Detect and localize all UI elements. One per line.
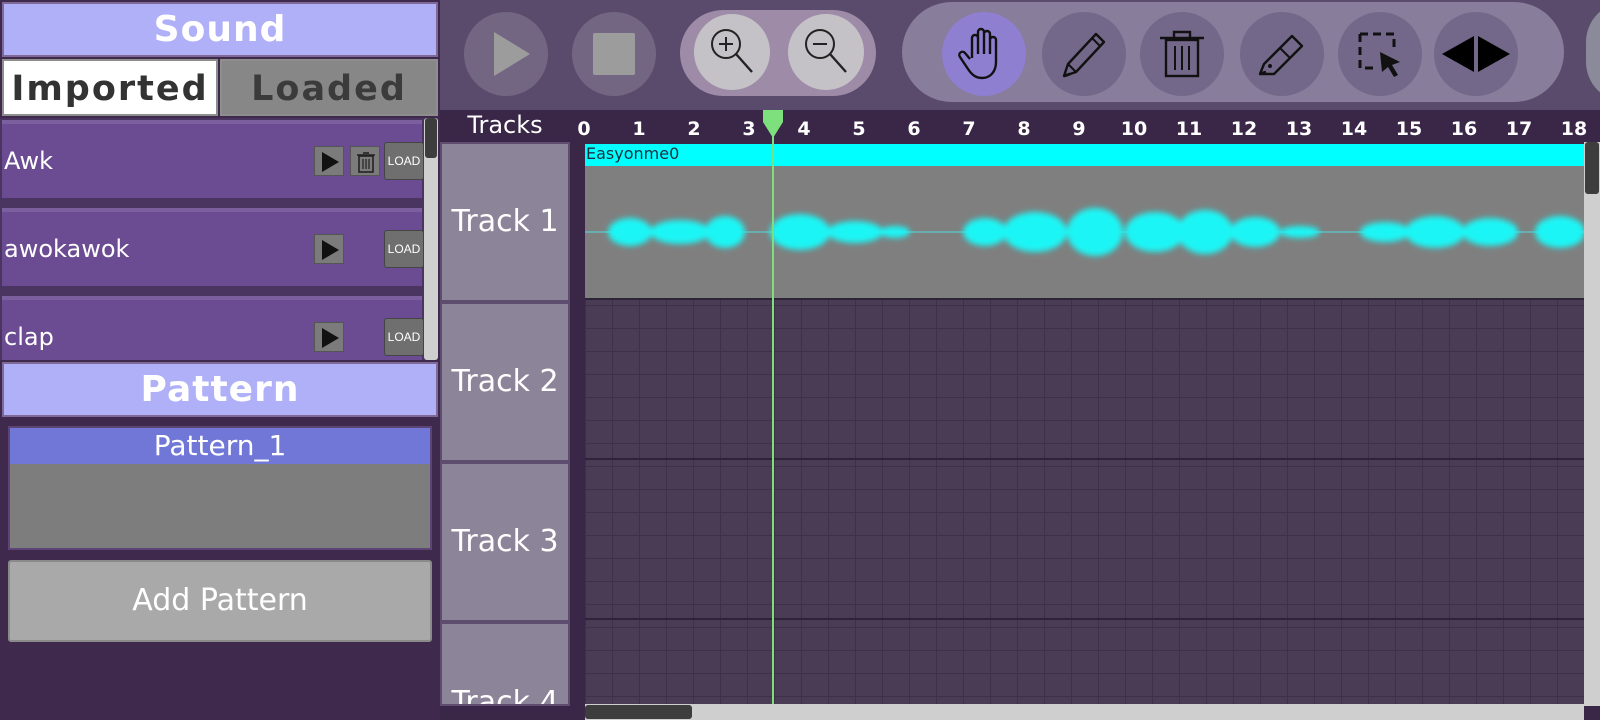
add-pattern-button[interactable]: Add Pattern [8,560,432,642]
playhead[interactable] [772,112,774,706]
left-panel: Sound Imported Loaded Awk LOAD awokawok … [0,0,440,720]
delete-tool-button[interactable] [1140,12,1224,96]
stop-button[interactable] [572,12,656,96]
play-sound-button[interactable] [314,146,344,176]
sound-item-name: clap [4,323,54,351]
sound-list-scrollbar[interactable] [424,118,438,360]
play-sound-button[interactable] [314,234,344,264]
vertical-scrollbar[interactable] [1584,142,1600,706]
tracks-label: Tracks [440,110,570,142]
overflow-group [1586,2,1600,102]
track-lanes[interactable]: Easyonme0 [585,144,1584,706]
stop-icon [593,33,635,75]
ruler-tick: 12 [1230,118,1258,140]
arrows-icon [1442,36,1510,72]
play-button[interactable] [464,12,548,96]
ruler-tick: 15 [1395,118,1423,140]
ruler-tick: 5 [852,118,866,140]
waveform [585,208,1584,256]
ruler-tick: 9 [1072,118,1086,140]
zoom-out-button[interactable] [788,14,864,90]
zoom-in-button[interactable] [694,14,770,90]
ruler-tick: 10 [1120,118,1148,140]
track-divider [585,618,1584,620]
ruler-tick: 7 [962,118,976,140]
pencil-tool-button[interactable] [1042,12,1126,96]
audio-clip[interactable]: Easyonme0 [585,144,1584,298]
load-sound-button[interactable]: LOAD [384,230,424,268]
track-divider [585,458,1584,460]
trash-icon[interactable] [350,146,380,176]
track-header[interactable]: Track 4 [440,622,570,706]
ruler-tick: 1 [632,118,646,140]
ruler-tick: 17 [1505,118,1533,140]
pencil-icon [1062,32,1106,78]
track-header[interactable]: Track 1 [440,142,570,302]
ruler-tick: 14 [1340,118,1368,140]
time-ruler[interactable]: 0 1 2 3 4 5 6 7 8 9 10 11 12 13 14 15 16 17 18 [574,110,1588,142]
pattern-item[interactable]: Pattern_1 [10,428,430,464]
sound-list[interactable]: Awk LOAD awokawok LOAD clap LOAD [0,118,438,360]
horizontal-scroll-thumb[interactable] [585,705,692,719]
ruler-tick: 0 [577,118,591,140]
load-sound-button[interactable]: LOAD [384,142,424,180]
load-sound-button[interactable]: LOAD [384,318,424,356]
sound-item-name: awokawok [4,235,130,263]
app-window: Sound Imported Loaded Awk LOAD awokawok … [0,0,1600,720]
hand-icon [958,27,998,80]
tab-imported[interactable]: Imported [2,59,218,116]
ruler-tick: 3 [742,118,756,140]
move-tool-button[interactable] [1434,12,1518,96]
sound-header: Sound [2,2,438,57]
track-header[interactable]: Track 2 [440,302,570,462]
clip-title-bar[interactable]: Easyonme0 [585,144,1584,166]
pattern-header: Pattern [2,362,438,417]
cutter-icon [1258,34,1304,76]
play-sound-button[interactable] [314,322,344,352]
vertical-scroll-thumb[interactable] [1585,142,1599,194]
hand-tool-button[interactable] [942,12,1026,96]
trash-icon [1160,30,1204,78]
cut-tool-button[interactable] [1240,12,1324,96]
sound-item[interactable]: awokawok LOAD [2,208,424,286]
select-icon [1358,32,1400,77]
ruler-tick: 8 [1017,118,1031,140]
sound-item[interactable]: clap LOAD [2,296,424,360]
clip-name: Easyonme0 [586,144,680,163]
sound-item[interactable]: Awk LOAD [2,120,424,198]
play-icon [494,32,530,76]
pattern-list[interactable]: Pattern_1 [8,426,432,550]
ruler-tick: 2 [687,118,701,140]
zoom-out-icon [805,29,847,73]
ruler-tick: 18 [1560,118,1588,140]
ruler-tick: 13 [1285,118,1313,140]
ruler-tick: 6 [907,118,921,140]
ruler-tick: 4 [797,118,811,140]
track-header[interactable]: Track 3 [440,462,570,622]
horizontal-scrollbar[interactable] [585,704,1584,720]
select-tool-button[interactable] [1338,12,1422,96]
ruler-tick: 11 [1175,118,1203,140]
sound-list-scroll-thumb[interactable] [425,118,437,158]
track-divider [585,298,1584,300]
ruler-tick: 16 [1450,118,1478,140]
sound-item-name: Awk [4,147,53,175]
toolbar [440,0,1600,110]
zoom-in-icon [711,29,753,73]
tab-loaded[interactable]: Loaded [220,59,438,116]
